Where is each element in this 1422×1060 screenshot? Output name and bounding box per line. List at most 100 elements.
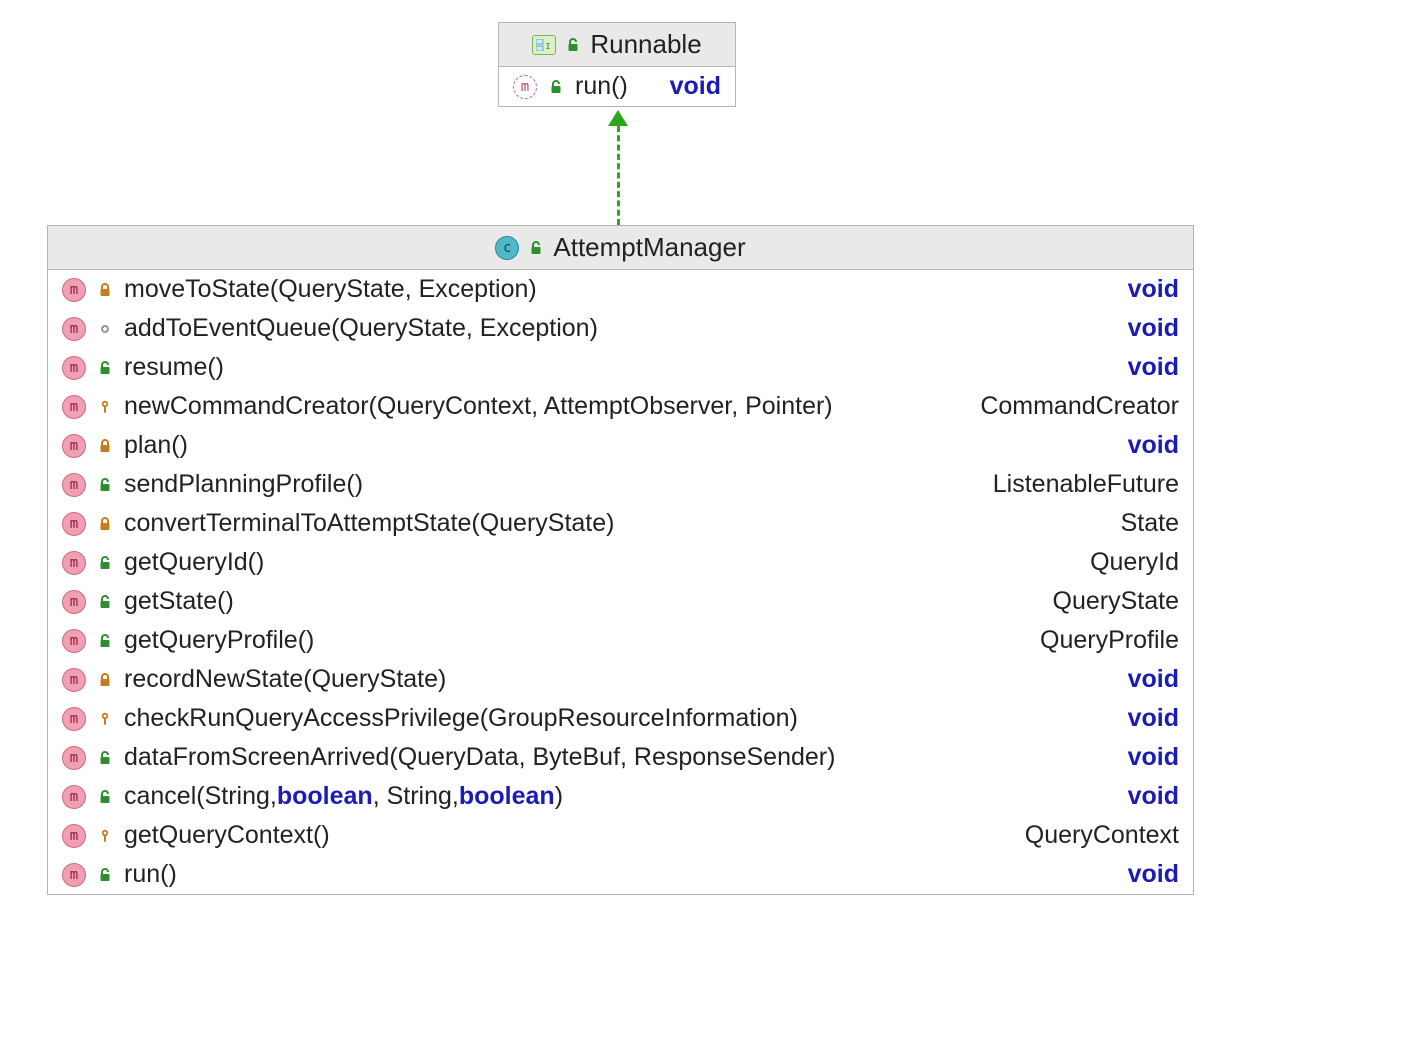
member-return-type: void	[670, 72, 721, 101]
package-icon	[96, 320, 114, 338]
sig-token: convertTerminalToAttemptState(QueryState…	[124, 509, 614, 538]
member-row[interactable]: m getQueryId() QueryId	[48, 543, 1193, 582]
member-row[interactable]: mconvertTerminalToAttemptState(QueryStat…	[48, 504, 1193, 543]
sig-token: void	[1128, 353, 1179, 381]
member-signature: moveToState(QueryState, Exception)	[124, 275, 1118, 304]
member-row[interactable]: m getQueryContext() QueryContext	[48, 816, 1193, 855]
method-icon: m	[62, 668, 86, 692]
member-row[interactable]: mdataFromScreenArrived(QueryData, ByteBu…	[48, 738, 1193, 777]
public-icon	[96, 866, 114, 884]
member-row[interactable]: m resume() void	[48, 348, 1193, 387]
method-icon: m	[62, 317, 86, 341]
member-return-type: void	[1128, 782, 1179, 811]
member-row[interactable]: mplan()void	[48, 426, 1193, 465]
member-signature: getQueryId()	[124, 548, 1080, 577]
implements-arrow-head-icon	[608, 110, 628, 126]
member-row[interactable]: mgetQueryProfile()QueryProfile	[48, 621, 1193, 660]
sig-token: getQueryProfile()	[124, 626, 314, 655]
member-return-type: QueryId	[1090, 548, 1179, 577]
sig-token: State	[1121, 509, 1179, 537]
sig-token: plan()	[124, 431, 188, 460]
member-row[interactable]: m cancel(String, boolean, String, boolean…	[48, 777, 1193, 816]
member-signature: getState()	[124, 587, 1043, 616]
member-return-type: ListenableFuture	[993, 470, 1179, 499]
sig-token: boolean	[459, 782, 555, 811]
protected-icon	[96, 398, 114, 416]
member-signature: getQueryProfile()	[124, 626, 1030, 655]
member-row[interactable]: m run() void	[48, 855, 1193, 894]
method-icon: m	[62, 824, 86, 848]
public-icon	[96, 476, 114, 494]
sig-token: boolean	[277, 782, 373, 811]
method-icon: m	[62, 356, 86, 380]
method-icon: m	[62, 707, 86, 731]
sig-token: void	[1128, 275, 1179, 303]
member-signature: convertTerminalToAttemptState(QueryState…	[124, 509, 1111, 538]
member-return-type: void	[1128, 665, 1179, 694]
method-icon: m	[62, 395, 86, 419]
member-return-type: void	[1128, 704, 1179, 733]
method-icon: m	[62, 863, 86, 887]
member-signature: newCommandCreator(QueryContext, AttemptO…	[124, 392, 970, 421]
member-row[interactable]: m checkRunQueryAccessPrivilege(GroupResou…	[48, 699, 1193, 738]
public-icon	[564, 36, 582, 54]
member-return-type: void	[1128, 275, 1179, 304]
method-icon: m	[62, 551, 86, 575]
method-icon: m	[62, 785, 86, 809]
member-signature: cancel(String, boolean, String, boolean)	[124, 782, 1118, 811]
member-row[interactable]: mmoveToState(QueryState, Exception)void	[48, 270, 1193, 309]
member-signature: sendPlanningProfile()	[124, 470, 983, 499]
member-row[interactable]: msendPlanningProfile()ListenableFuture	[48, 465, 1193, 504]
public-icon	[527, 239, 545, 257]
interface-node-runnable[interactable]: I Runnable mrun()void	[498, 22, 736, 107]
sig-token: run()	[124, 860, 177, 889]
sig-token: getState()	[124, 587, 234, 616]
sig-token: void	[670, 72, 721, 100]
member-return-type: void	[1128, 743, 1179, 772]
member-signature: recordNewState(QueryState)	[124, 665, 1118, 694]
sig-token: QueryState	[1053, 587, 1179, 615]
private-icon	[96, 671, 114, 689]
class-title: AttemptManager	[553, 232, 745, 263]
member-signature: resume()	[124, 353, 1118, 382]
class-header: c AttemptManager	[48, 226, 1193, 270]
sig-token: getQueryContext()	[124, 821, 330, 850]
class-node-attemptmanager[interactable]: c AttemptManager m moveToState(QueryState…	[47, 225, 1194, 895]
sig-token: void	[1128, 314, 1179, 342]
sig-token: void	[1128, 665, 1179, 693]
sig-token: CommandCreator	[980, 392, 1179, 420]
public-icon	[96, 359, 114, 377]
member-row[interactable]: mgetState()QueryState	[48, 582, 1193, 621]
member-signature: plan()	[124, 431, 1118, 460]
sig-token: void	[1128, 743, 1179, 771]
protected-icon	[96, 827, 114, 845]
svg-text:I: I	[546, 42, 551, 51]
sig-token: getQueryId()	[124, 548, 264, 577]
member-return-type: CommandCreator	[980, 392, 1179, 421]
class-icon: c	[495, 236, 519, 260]
member-signature: run()	[124, 860, 1118, 889]
sig-token: sendPlanningProfile()	[124, 470, 363, 499]
private-icon	[96, 515, 114, 533]
member-row[interactable]: m newCommandCreator(QueryContext, Attempt…	[48, 387, 1193, 426]
member-row[interactable]: m recordNewState(QueryState) void	[48, 660, 1193, 699]
private-icon	[96, 281, 114, 299]
sig-token: QueryContext	[1025, 821, 1179, 849]
member-signature: addToEventQueue(QueryState, Exception)	[124, 314, 1118, 343]
sig-token: void	[1128, 431, 1179, 459]
implements-arrow-line	[617, 126, 620, 225]
member-return-type: QueryState	[1053, 587, 1179, 616]
member-signature: dataFromScreenArrived(QueryData, ByteBuf…	[124, 743, 1118, 772]
member-return-type: void	[1128, 314, 1179, 343]
sig-token: addToEventQueue(QueryState, Exception)	[124, 314, 598, 343]
sig-token: run()	[575, 72, 628, 101]
public-icon	[96, 593, 114, 611]
member-row[interactable]: m addToEventQueue(QueryState, Exception) v…	[48, 309, 1193, 348]
sig-token: checkRunQueryAccessPrivilege(GroupResour…	[124, 704, 798, 733]
private-icon	[96, 437, 114, 455]
sig-token: QueryProfile	[1040, 626, 1179, 654]
member-signature: run()	[575, 72, 660, 101]
sig-token: void	[1128, 860, 1179, 888]
sig-token: recordNewState(QueryState)	[124, 665, 446, 694]
member-row[interactable]: mrun()void	[499, 67, 735, 106]
